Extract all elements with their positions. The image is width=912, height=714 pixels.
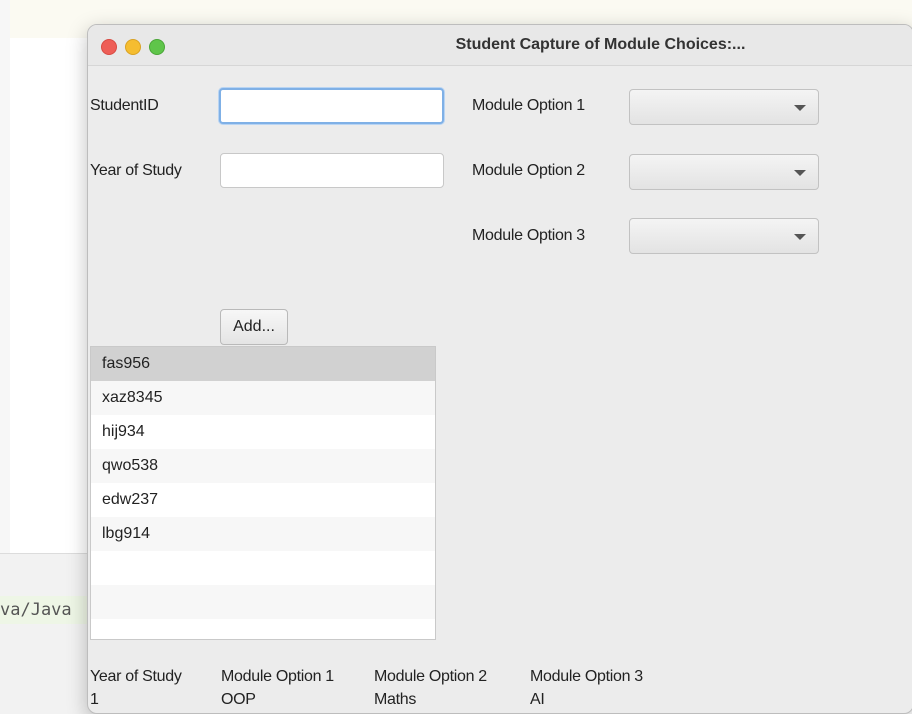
empty-list-row	[91, 619, 435, 639]
list-item[interactable]: xaz8345	[91, 381, 435, 415]
chevron-down-icon	[794, 105, 806, 111]
window-title: Student Capture of Module Choices:...	[455, 36, 746, 53]
module-option-2-dropdown[interactable]	[629, 154, 819, 190]
module-option-3-dropdown[interactable]	[629, 218, 819, 254]
summary-value-module-3: AI	[530, 691, 545, 708]
module-option-3-label: Module Option 3	[472, 227, 585, 244]
summary-header-module-2: Module Option 2	[374, 668, 487, 685]
list-item[interactable]: qwo538	[91, 449, 435, 483]
summary-value-year: 1	[90, 691, 99, 708]
app-window: Student Capture of Module Choices:... St…	[87, 24, 912, 714]
module-option-2-label: Module Option 2	[472, 162, 585, 179]
module-option-1-dropdown[interactable]	[629, 89, 819, 125]
module-option-1-label: Module Option 1	[472, 97, 585, 114]
list-item[interactable]: lbg914	[91, 517, 435, 551]
summary-header-year: Year of Study	[90, 668, 182, 685]
student-id-label: StudentID	[90, 97, 159, 114]
summary-value-module-2: Maths	[374, 691, 417, 708]
chevron-down-icon	[794, 234, 806, 240]
summary-value-module-1: OOP	[221, 691, 256, 708]
list-item[interactable]: edw237	[91, 483, 435, 517]
title-bar[interactable]: Student Capture of Module Choices:...	[88, 25, 912, 66]
background-code-line: va/Java	[0, 596, 95, 624]
background-panel	[0, 553, 95, 714]
year-of-study-label: Year of Study	[90, 162, 182, 179]
add-button[interactable]: Add...	[220, 309, 288, 345]
summary-header-module-3: Module Option 3	[530, 668, 643, 685]
empty-list-row	[91, 585, 435, 619]
student-id-input[interactable]	[219, 88, 444, 124]
chevron-down-icon	[794, 170, 806, 176]
list-item[interactable]: fas956	[91, 347, 435, 381]
year-of-study-input[interactable]	[220, 153, 444, 188]
list-item[interactable]: hij934	[91, 415, 435, 449]
summary-header-module-1: Module Option 1	[221, 668, 334, 685]
student-list[interactable]: fas956 xaz8345 hij934 qwo538 edw237 lbg9…	[90, 346, 436, 640]
empty-list-row	[91, 551, 435, 585]
form-content: StudentID Year of Study Module Option 1 …	[88, 65, 912, 713]
